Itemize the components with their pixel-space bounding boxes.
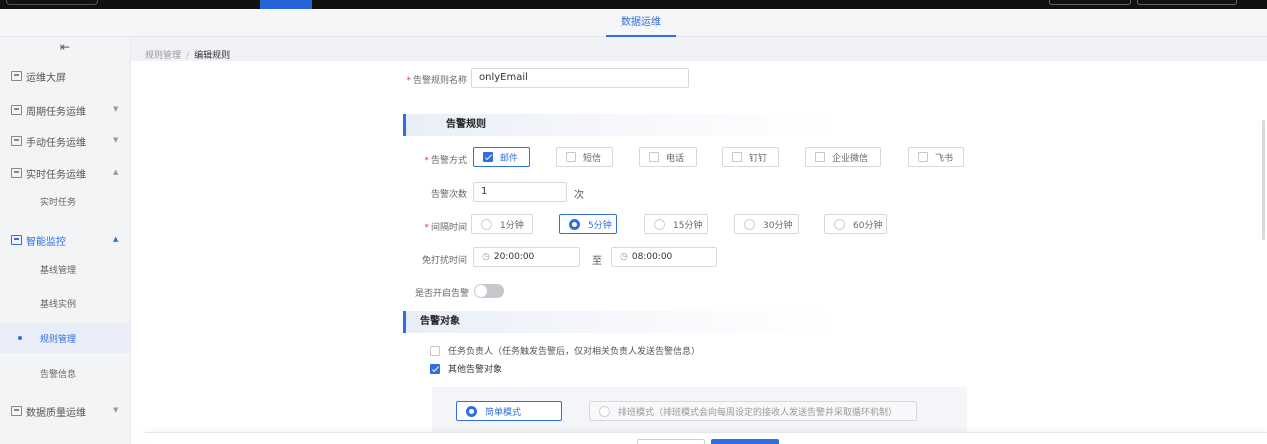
alert-count-label: 告警次数 bbox=[430, 190, 467, 200]
dnd-time-label: 免打扰时间 bbox=[421, 256, 467, 266]
sidebar-subitem-alert-info[interactable]: 告警信息 bbox=[0, 358, 131, 388]
chevron-down-icon: ▼ bbox=[113, 105, 119, 113]
target-task-owner[interactable]: 任务负责人（任务触发告警后，仅对相关负责人发送告警信息） bbox=[430, 344, 700, 357]
top-bar bbox=[0, 0, 1267, 9]
monitor-icon bbox=[11, 71, 22, 81]
breadcrumb-current: 编辑规则 bbox=[194, 51, 231, 61]
sidebar-subitem-baseline-instance[interactable]: 基线实例 bbox=[0, 288, 131, 318]
sidebar-subitem-realtime-task[interactable]: 实时任务 bbox=[0, 186, 131, 216]
grid-icon bbox=[11, 136, 22, 146]
clock-icon: ◷ bbox=[620, 252, 628, 262]
rule-name-input[interactable]: onlyEmail bbox=[471, 68, 689, 88]
clock-icon: ◷ bbox=[482, 252, 490, 262]
grid-icon bbox=[11, 105, 22, 115]
grid-icon bbox=[11, 168, 22, 178]
mode-shift[interactable]: 排班模式（排班模式会向每周设定的接收人发送告警并采取循环机制） bbox=[589, 401, 917, 421]
collapse-icon[interactable]: ⇤ bbox=[56, 40, 74, 56]
checkbox-icon bbox=[732, 152, 742, 162]
radio-icon bbox=[599, 405, 610, 417]
radio-icon bbox=[654, 218, 665, 230]
mode-simple[interactable]: 简单模式 bbox=[456, 401, 562, 421]
dnd-to-separator: 至 bbox=[592, 256, 602, 267]
top-bar-button-1[interactable] bbox=[1049, 0, 1131, 5]
dnd-end-time-picker[interactable]: ◷ 08:00:00 bbox=[611, 247, 717, 267]
alert-count-unit: 次 bbox=[574, 190, 584, 201]
radio-selected-icon bbox=[466, 405, 477, 417]
enable-alert-switch[interactable] bbox=[474, 284, 504, 298]
alert-method-label: * 告警方式 bbox=[424, 156, 467, 166]
alert-method-sms[interactable]: 短信 bbox=[556, 147, 613, 167]
checkbox-checked-icon bbox=[430, 363, 440, 374]
sub-nav: 数据运维 bbox=[0, 9, 1267, 37]
alert-count-input[interactable]: 1 bbox=[473, 182, 567, 202]
chevron-up-icon: ▲ bbox=[113, 235, 119, 243]
sidebar-item-manual-tasks[interactable]: 手动任务运维 ▼ bbox=[0, 126, 131, 156]
sidebar: ⇤ 运维大屏 周期任务运维 ▼ 手动任务运维 ▼ 实时任务运维 ▲ 实时任务 智… bbox=[0, 37, 131, 444]
chevron-down-icon: ▼ bbox=[113, 136, 119, 144]
alert-method-phone[interactable]: 电话 bbox=[639, 147, 697, 167]
radio-selected-icon bbox=[569, 218, 580, 230]
monitor-icon bbox=[11, 235, 22, 245]
sidebar-item-data-quality[interactable]: 数据质量运维 ▼ bbox=[0, 396, 131, 426]
enable-alert-label: 是否开启告警 bbox=[414, 289, 469, 299]
radio-icon bbox=[834, 218, 845, 230]
sidebar-subitem-baseline-mgmt[interactable]: 基线管理 bbox=[0, 254, 131, 284]
alert-method-dingtalk[interactable]: 钉钉 bbox=[722, 147, 779, 167]
checkbox-icon bbox=[649, 152, 659, 162]
interval-5min[interactable]: 5分钟 bbox=[559, 214, 617, 234]
grid-icon bbox=[11, 406, 22, 416]
sidebar-item-realtime-tasks[interactable]: 实时任务运维 ▲ bbox=[0, 158, 131, 188]
checkbox-icon bbox=[566, 152, 576, 162]
switch-knob bbox=[475, 285, 487, 297]
footer-bar bbox=[145, 432, 1267, 444]
interval-label: * 间隔时间 bbox=[424, 223, 467, 233]
alert-method-email[interactable]: 邮件 bbox=[473, 147, 530, 167]
top-bar-button-2[interactable] bbox=[1137, 0, 1237, 5]
dnd-start-time-picker[interactable]: ◷ 20:00:00 bbox=[473, 247, 580, 267]
interval-30min[interactable]: 30分钟 bbox=[734, 214, 799, 234]
chevron-down-icon: ▼ bbox=[113, 406, 119, 414]
checkbox-icon bbox=[430, 345, 440, 356]
interval-15min[interactable]: 15分钟 bbox=[644, 214, 708, 234]
checkbox-icon bbox=[815, 152, 825, 162]
checkbox-checked-icon bbox=[483, 152, 493, 162]
checkbox-icon bbox=[918, 152, 928, 162]
top-nav-active-tab[interactable] bbox=[260, 0, 312, 9]
breadcrumb: 规则管理 / 编辑规则 bbox=[145, 51, 231, 61]
sidebar-item-periodic-tasks[interactable]: 周期任务运维 ▼ bbox=[0, 95, 131, 125]
scrollbar[interactable] bbox=[1262, 120, 1265, 240]
section-alert-rule: 告警规则 bbox=[403, 114, 833, 136]
section-alert-target: 告警对象 bbox=[403, 311, 833, 333]
confirm-button[interactable] bbox=[711, 439, 779, 444]
sidebar-item-smart-monitor[interactable]: 智能监控 ▲ bbox=[0, 225, 131, 255]
breadcrumb-parent[interactable]: 规则管理 bbox=[145, 51, 181, 61]
tab-data-ops[interactable]: 数据运维 bbox=[606, 9, 676, 37]
rule-name-label: * 告警规则名称 bbox=[406, 76, 467, 86]
alert-method-feishu[interactable]: 飞书 bbox=[908, 147, 964, 167]
sidebar-item-ops-dashboard[interactable]: 运维大屏 bbox=[0, 61, 131, 91]
chevron-up-icon: ▲ bbox=[113, 168, 119, 176]
logo bbox=[6, 0, 98, 5]
interval-60min[interactable]: 60分钟 bbox=[824, 214, 887, 234]
target-others[interactable]: 其他告警对象 bbox=[430, 362, 502, 375]
cancel-button[interactable] bbox=[637, 439, 705, 444]
active-dot bbox=[18, 336, 22, 340]
sidebar-subitem-rule-mgmt[interactable]: 规则管理 bbox=[0, 323, 131, 353]
interval-1min[interactable]: 1分钟 bbox=[471, 214, 533, 234]
radio-icon bbox=[744, 218, 755, 230]
alert-method-wechat-work[interactable]: 企业微信 bbox=[805, 147, 881, 167]
radio-icon bbox=[481, 218, 492, 230]
